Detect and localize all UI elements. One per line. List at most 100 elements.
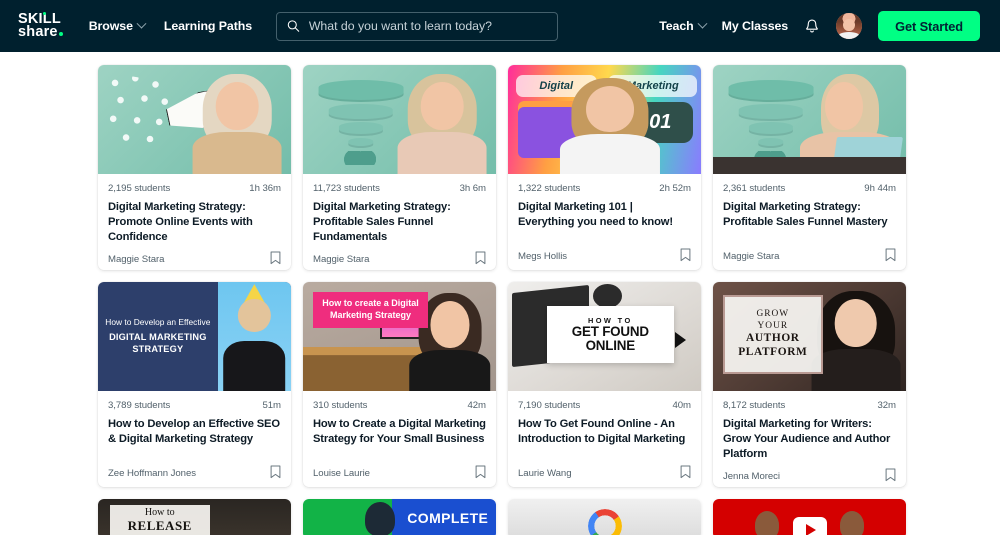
bookmark-icon[interactable]: [680, 465, 691, 479]
nav-item-browse[interactable]: Browse: [88, 18, 147, 33]
bookmark-icon[interactable]: [680, 248, 691, 262]
course-card-footer: Maggie Stara: [108, 245, 281, 265]
course-card-body: 11,723 students 3h 6m Digital Marketing …: [303, 174, 496, 270]
thumb-text-big: RELEASE: [127, 518, 192, 534]
thumb-text-big: GET FOUND ONLINE: [571, 324, 649, 353]
get-started-button[interactable]: Get Started: [878, 11, 980, 41]
course-author[interactable]: Megs Hollis: [518, 251, 567, 262]
course-card-body: 7,190 students 40m How To Get Found Onli…: [508, 391, 701, 487]
course-author[interactable]: Louise Laurie: [313, 468, 370, 479]
play-icon: [674, 332, 686, 349]
course-title[interactable]: How To Get Found Online - An Introductio…: [518, 417, 691, 447]
student-count: 3,789 students: [108, 400, 171, 411]
chevron-down-icon: [697, 18, 708, 29]
student-count: 2,361 students: [723, 183, 786, 194]
course-author[interactable]: Laurie Wang: [518, 468, 572, 479]
course-duration: 9h 44m: [864, 183, 896, 194]
course-card[interactable]: How to RELEASE: [98, 499, 291, 535]
course-card-footer: Megs Hollis: [518, 242, 691, 262]
course-card[interactable]: [508, 499, 701, 535]
course-duration: 42m: [467, 400, 486, 411]
course-author[interactable]: Jenna Moreci: [723, 471, 780, 482]
bookmark-icon[interactable]: [270, 465, 281, 479]
course-title[interactable]: Digital Marketing 101 | Everything you n…: [518, 200, 691, 230]
thumb-text-big: COMPLETE: [407, 510, 489, 527]
course-thumbnail: HOW TO GET FOUND ONLINE: [508, 282, 701, 391]
course-card-body: 3,789 students 51m How to Develop an Eff…: [98, 391, 291, 487]
course-card[interactable]: How to Develop an Effective DIGITAL MARK…: [98, 282, 291, 487]
nav-item-my-classes[interactable]: My Classes: [722, 19, 789, 33]
thumb-banner-text: How to create a Digital Marketing Strate…: [312, 291, 429, 328]
course-card[interactable]: 2,195 students 1h 36m Digital Marketing …: [98, 65, 291, 270]
course-card[interactable]: How to create a Digital Marketing Strate…: [303, 282, 496, 487]
course-card-footer: Maggie Stara: [313, 245, 486, 265]
bell-icon[interactable]: [804, 18, 820, 35]
course-card-body: 2,195 students 1h 36m Digital Marketing …: [98, 174, 291, 270]
course-title[interactable]: Digital Marketing Strategy: Promote Onli…: [108, 200, 281, 245]
bookmark-icon[interactable]: [885, 468, 896, 482]
secondary-nav: Teach My Classes Get Started: [659, 11, 980, 41]
skillshare-logo[interactable]: SKILL share: [18, 11, 63, 40]
search-input[interactable]: [308, 19, 547, 33]
course-thumbnail: [303, 65, 496, 174]
course-grid-row-3-partial: How to RELEASE COMPLETE: [98, 499, 906, 535]
thumb-text-l2: YOUR: [757, 320, 789, 331]
nav-item-learning-paths-label: Learning Paths: [163, 19, 252, 33]
course-author[interactable]: Maggie Stara: [313, 254, 370, 265]
bookmark-icon[interactable]: [475, 251, 486, 265]
course-thumbnail: [98, 65, 291, 174]
thumb-text-l3: AUTHOR: [746, 331, 800, 344]
course-card[interactable]: 11,723 students 3h 6m Digital Marketing …: [303, 65, 496, 270]
thumb-person: [558, 74, 662, 174]
course-meta: 3,789 students 51m: [108, 400, 281, 411]
course-author[interactable]: Maggie Stara: [723, 251, 780, 262]
course-title[interactable]: How to Create a Digital Marketing Strate…: [313, 417, 486, 447]
avatar[interactable]: [836, 13, 863, 39]
course-card-footer: Maggie Stara: [723, 242, 896, 262]
course-title[interactable]: Digital Marketing Strategy: Profitable S…: [723, 200, 896, 230]
bookmark-icon[interactable]: [885, 248, 896, 262]
nav-item-my-classes-label: My Classes: [721, 19, 789, 33]
course-card-footer: Jenna Moreci: [723, 462, 896, 482]
search-bar[interactable]: [275, 11, 558, 41]
course-title[interactable]: How to Develop an Effective SEO & Digita…: [108, 417, 281, 447]
course-title[interactable]: Digital Marketing Strategy: Profitable S…: [313, 200, 486, 245]
nav-item-teach-label: Teach: [659, 19, 694, 33]
course-thumbnail: How to Develop an Effective DIGITAL MARK…: [98, 282, 291, 391]
bookmark-icon[interactable]: [270, 251, 281, 265]
thumb-person: [396, 69, 489, 174]
course-card[interactable]: HOW TO GET FOUND ONLINE 7,190 students 4…: [508, 282, 701, 487]
site-header: SKILL share Browse Learning Paths Teach …: [0, 0, 1000, 52]
course-card[interactable]: [713, 499, 906, 535]
sales-funnel-icon: [318, 78, 404, 165]
student-count: 7,190 students: [518, 400, 581, 411]
course-author[interactable]: Zee Hoffmann Jones: [108, 468, 196, 479]
student-count: 2,195 students: [108, 183, 171, 194]
course-duration: 32m: [877, 400, 896, 411]
course-author[interactable]: Maggie Stara: [108, 254, 165, 265]
course-duration: 1h 36m: [249, 183, 281, 194]
course-card-footer: Laurie Wang: [518, 459, 691, 479]
nav-item-teach[interactable]: Teach: [659, 18, 708, 33]
course-title[interactable]: Digital Marketing for Writers: Grow Your…: [723, 417, 896, 462]
course-duration: 3h 6m: [459, 183, 486, 194]
student-count: 1,322 students: [518, 183, 581, 194]
course-card[interactable]: Digital Marketing 101 1,322 students 2h …: [508, 65, 701, 270]
bookmark-icon[interactable]: [475, 465, 486, 479]
logo-line-2: share: [18, 25, 63, 39]
student-count: 8,172 students: [723, 400, 786, 411]
course-card[interactable]: GROW YOUR AUTHOR PLATFORM 8,172 students…: [713, 282, 906, 487]
course-grid: 2,195 students 1h 36m Digital Marketing …: [98, 65, 906, 487]
course-duration: 2h 52m: [659, 183, 691, 194]
thumb-person: [191, 69, 284, 174]
course-duration: 51m: [262, 400, 281, 411]
course-card[interactable]: COMPLETE: [303, 499, 496, 535]
course-meta: 7,190 students 40m: [518, 400, 691, 411]
course-meta: 310 students 42m: [313, 400, 486, 411]
nav-item-browse-label: Browse: [88, 19, 133, 33]
google-logo-icon: [587, 509, 622, 535]
course-card[interactable]: 2,361 students 9h 44m Digital Marketing …: [713, 65, 906, 270]
course-meta: 11,723 students 3h 6m: [313, 183, 486, 194]
course-meta: 2,195 students 1h 36m: [108, 183, 281, 194]
nav-item-learning-paths[interactable]: Learning Paths: [164, 19, 252, 33]
